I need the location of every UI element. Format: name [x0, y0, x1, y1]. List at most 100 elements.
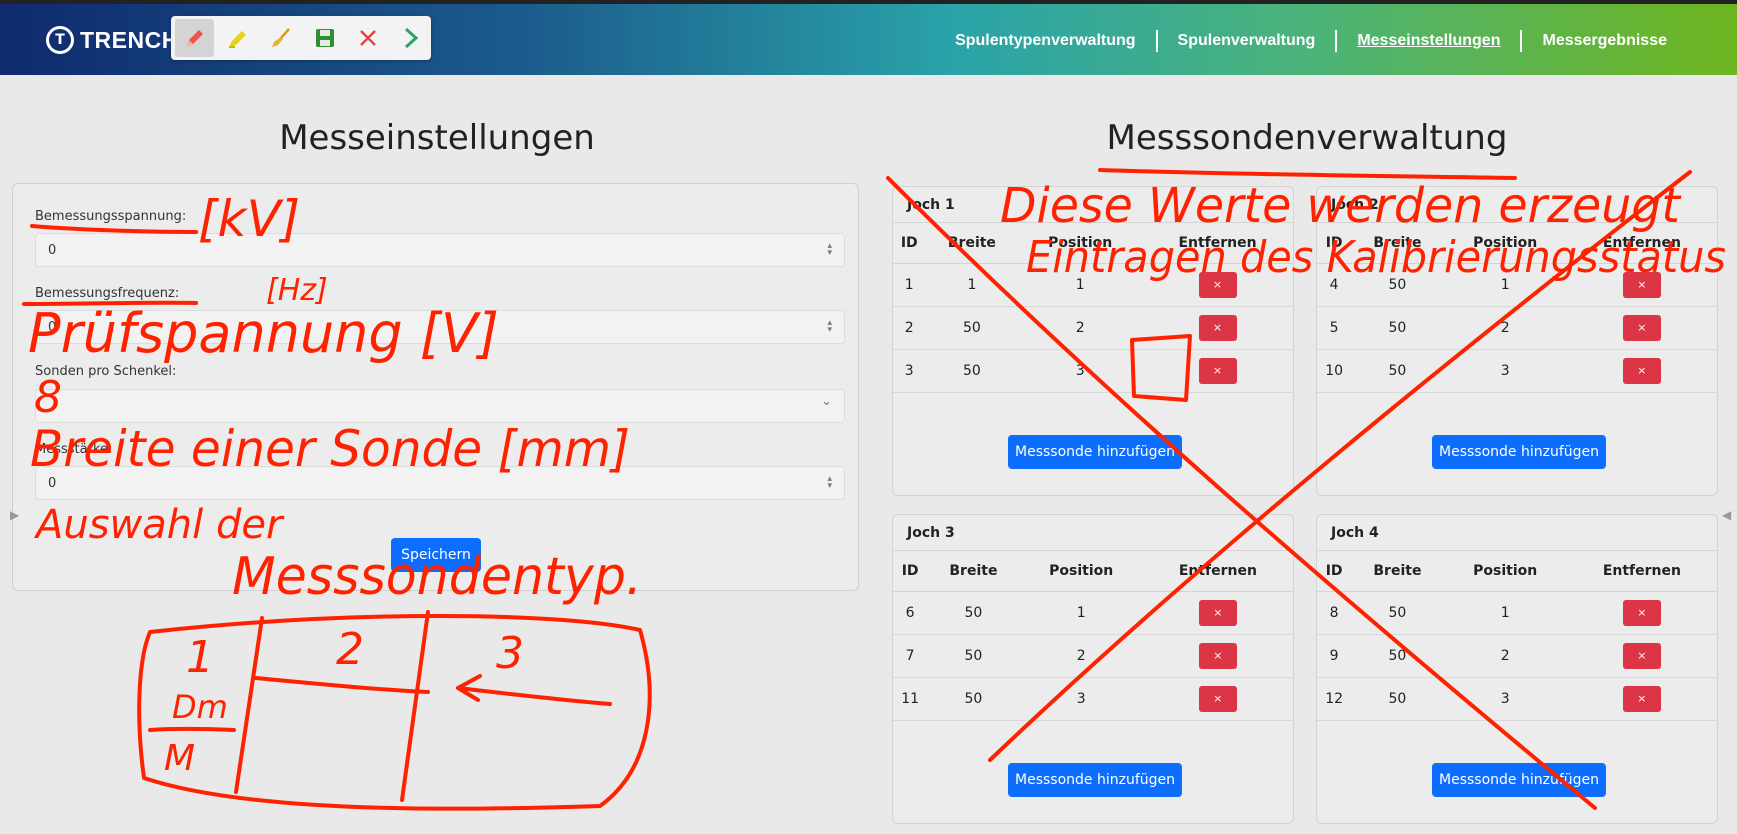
messstaerke-label: Messstärke: [35, 442, 113, 457]
page-title-messsondenverwaltung: Messsondenverwaltung [1106, 118, 1508, 158]
remove-probe-button[interactable]: × [1622, 357, 1661, 384]
remove-cell: × [1142, 263, 1293, 307]
save-icon[interactable] [305, 19, 344, 57]
table-row: 8 50 1 × [1317, 591, 1717, 635]
column-header: Entfernen [1142, 551, 1293, 592]
joch-title: Joch 2 [1317, 187, 1717, 223]
remove-cell: × [1142, 591, 1293, 635]
table-cell: 7 [893, 634, 928, 678]
brand-logo[interactable]: T TRENCH [46, 26, 179, 54]
table-cell: 1 [1443, 591, 1567, 635]
chevron-right-icon[interactable] [392, 19, 431, 57]
probe-table: ID Breite Position Entfernen 4 50 1 × 5 50 2 × 10 50 3… [1317, 223, 1717, 393]
remove-probe-button[interactable]: × [1622, 271, 1661, 298]
joch-card: Joch 1 ID Breite Position Entfernen 1 1 1 × 2 50 2 ×… [892, 186, 1294, 496]
table-cell: 2 [1443, 306, 1567, 350]
nav-messeinstellungen[interactable]: Messeinstellungen [1337, 32, 1520, 50]
column-header: Breite [1351, 223, 1444, 264]
table-cell: 3 [1019, 677, 1143, 721]
remove-probe-button[interactable]: × [1198, 685, 1237, 712]
collapse-left-icon[interactable]: ▶ [10, 508, 19, 522]
save-button[interactable]: Speichern [391, 538, 481, 572]
joch-title: Joch 1 [893, 187, 1293, 223]
table-cell: 10 [1317, 349, 1352, 393]
remove-cell: × [1142, 634, 1293, 678]
number-spinner-icon[interactable]: ▴ ▾ [827, 475, 832, 491]
broom-icon[interactable] [262, 19, 301, 57]
bemessungsspannung-input[interactable]: 0 ▴ ▾ [35, 233, 845, 267]
number-spinner-icon[interactable]: ▴ ▾ [827, 242, 832, 258]
table-cell: 50 [1351, 349, 1444, 393]
collapse-right-icon[interactable]: ◀ [1722, 508, 1731, 522]
ink-table-vline-2 [400, 610, 430, 802]
remove-cell: × [1566, 349, 1717, 393]
table-cell: 1 [925, 263, 1019, 307]
table-cell: 3 [1018, 349, 1143, 393]
bemessungsfrequenz-input[interactable]: 0 ▴ ▾ [35, 310, 845, 344]
remove-probe-button[interactable]: × [1622, 685, 1661, 712]
table-cell: 50 [925, 349, 1019, 393]
table-cell: 3 [1443, 349, 1567, 393]
table-row: 6 50 1 × [893, 591, 1293, 635]
nav-spulentypenverwaltung[interactable]: Spulentypenverwaltung [935, 32, 1155, 50]
nav-messergebnisse[interactable]: Messergebnisse [1522, 32, 1687, 50]
pen-icon[interactable] [175, 19, 215, 57]
ink-fraction-line [148, 726, 236, 732]
table-cell: 50 [1351, 591, 1444, 635]
joch-card: Joch 3 ID Breite Position Entfernen 6 50 1 × 7 50 2… [892, 514, 1294, 824]
column-header: Breite [925, 223, 1019, 264]
table-cell: 50 [927, 634, 1020, 678]
joch-title: Joch 4 [1317, 515, 1717, 551]
table-cell: 4 [1317, 263, 1352, 307]
add-probe-button[interactable]: Messsonde hinzufügen [1432, 435, 1606, 469]
probe-table: ID Breite Position Entfernen 6 50 1 × 7 50 2 × 11 50 3… [893, 551, 1293, 721]
page-title-messeinstellungen: Messeinstellungen [279, 118, 595, 158]
number-spinner-icon[interactable]: ▴ ▾ [827, 319, 832, 335]
add-probe-button[interactable]: Messsonde hinzufügen [1008, 435, 1182, 469]
remove-probe-button[interactable]: × [1198, 599, 1237, 626]
remove-cell: × [1566, 591, 1717, 635]
chevron-down-icon: ⌄ [821, 394, 832, 409]
nav-spulenverwaltung[interactable]: Spulenverwaltung [1158, 32, 1336, 50]
remove-cell: × [1142, 677, 1293, 721]
remove-cell: × [1566, 677, 1717, 721]
table-cell: 1 [1019, 591, 1143, 635]
remove-probe-button[interactable]: × [1622, 642, 1661, 669]
table-cell: 50 [1351, 677, 1444, 721]
ink-table-vline-1 [234, 616, 264, 794]
highlighter-icon[interactable] [218, 19, 257, 57]
table-cell: 2 [1019, 634, 1143, 678]
ink-cell-3: 3 [496, 628, 524, 679]
remove-probe-button[interactable]: × [1198, 642, 1237, 669]
ink-cell-2: 2 [336, 624, 364, 675]
bemessungsspannung-value: 0 [48, 242, 57, 258]
remove-probe-button[interactable]: × [1198, 314, 1237, 341]
add-probe-button[interactable]: Messsonde hinzufügen [1432, 763, 1606, 797]
table-cell: 1 [1018, 263, 1143, 307]
bemessungsfrequenz-label: Bemessungsfrequenz: [35, 286, 180, 301]
brand-name: TRENCH [80, 26, 179, 53]
ink-m: M [164, 738, 195, 779]
table-row: 9 50 2 × [1317, 634, 1717, 678]
table-cell: 50 [1351, 263, 1444, 307]
table-cell: 50 [925, 306, 1019, 350]
remove-probe-button[interactable]: × [1198, 357, 1237, 384]
messstaerke-input[interactable]: 0 ▴ ▾ [35, 466, 845, 500]
table-row: 5 50 2 × [1317, 306, 1717, 350]
bemessungsfrequenz-value: 0 [48, 319, 57, 335]
column-header: ID [893, 223, 926, 264]
close-icon[interactable] [348, 19, 387, 57]
ink-underline-title [1098, 168, 1517, 180]
table-cell: 2 [1443, 634, 1567, 678]
table-row: 3 50 3 × [893, 349, 1293, 393]
column-header: Entfernen [1566, 223, 1717, 264]
table-cell: 50 [1351, 634, 1444, 678]
remove-probe-button[interactable]: × [1622, 599, 1661, 626]
add-probe-button[interactable]: Messsonde hinzufügen [1008, 763, 1182, 797]
table-row: 10 50 3 × [1317, 349, 1717, 393]
remove-probe-button[interactable]: × [1198, 271, 1237, 298]
remove-cell: × [1142, 349, 1293, 393]
table-cell: 3 [893, 349, 926, 393]
remove-probe-button[interactable]: × [1622, 314, 1661, 341]
sonden-pro-schenkel-select[interactable]: ⌄ [35, 389, 845, 423]
